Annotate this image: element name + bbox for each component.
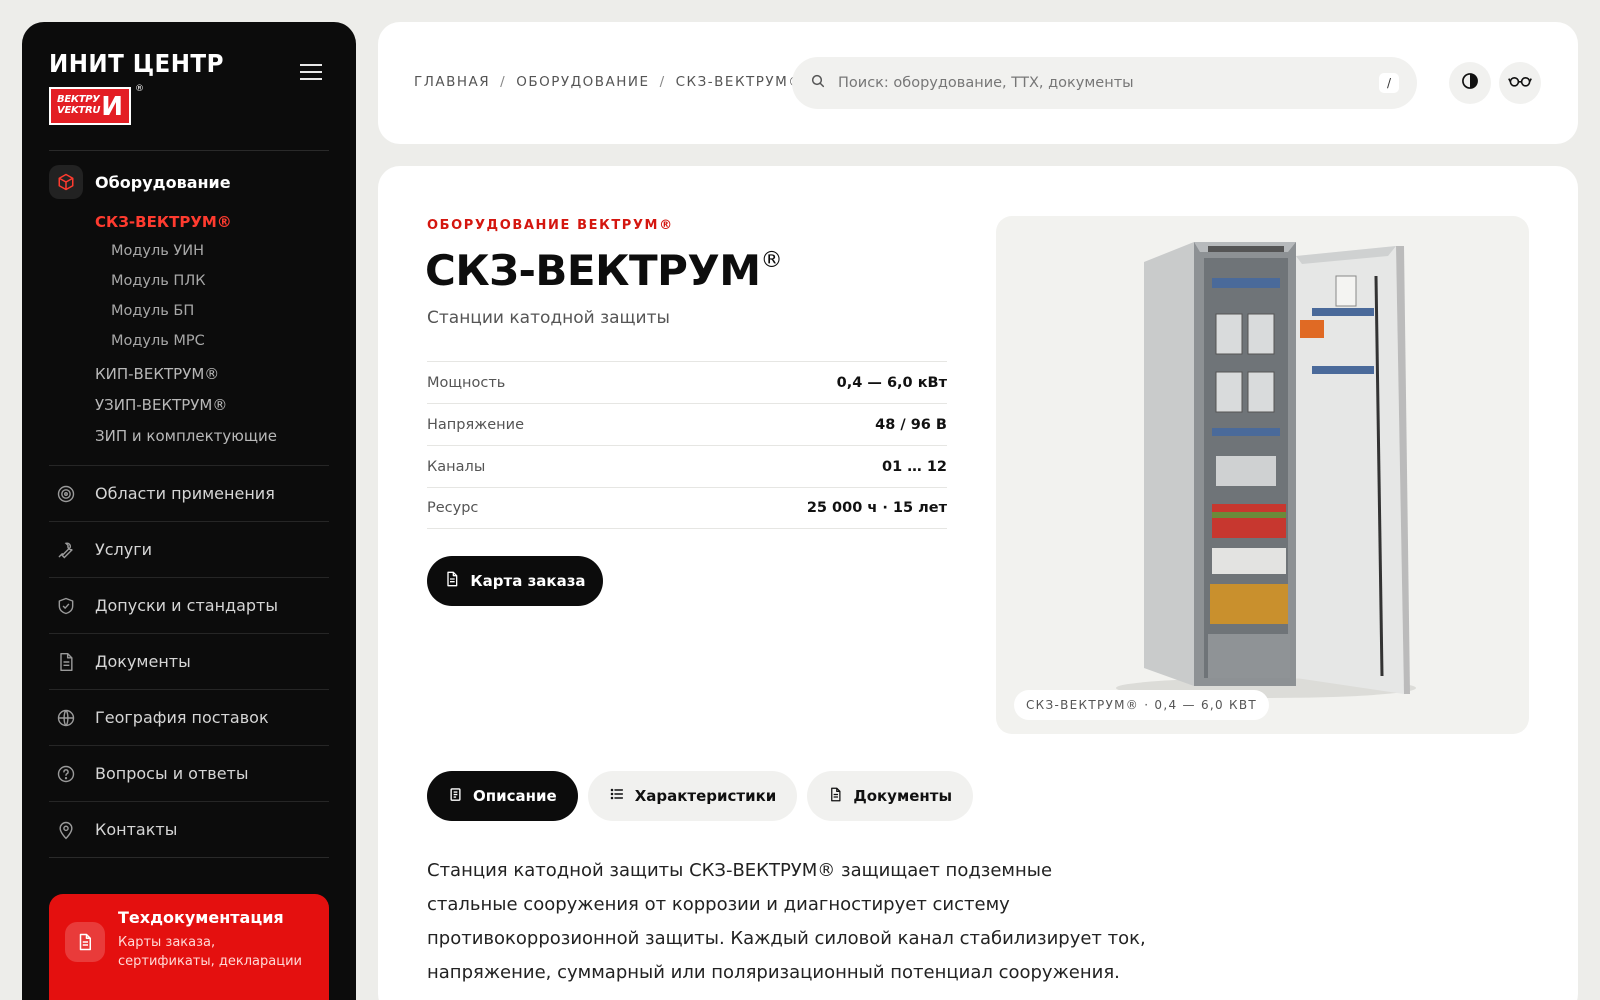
spec-value: 48 / 96 В [875, 416, 947, 433]
breadcrumb-equipment[interactable]: ОБОРУДОВАНИЕ [516, 74, 649, 90]
spec-row: Каналы 01 … 12 [427, 445, 947, 487]
nav-label: Услуги [95, 540, 153, 559]
spec-value: 0,4 — 6,0 кВт [836, 374, 947, 391]
nav-label: Вопросы и ответы [95, 764, 249, 783]
breadcrumb-separator: / [500, 74, 507, 90]
sidebar-item-skz[interactable]: СКЗ-ВЕКТРУМ® [95, 213, 232, 231]
list-icon [609, 786, 625, 806]
nav-standards[interactable]: Допуски и стандарты [49, 577, 329, 633]
wrench-icon [49, 540, 83, 560]
techdoc-subtitle: Карты заказа, сертификаты, декларации [118, 935, 302, 969]
nav-equipment[interactable]: Оборудование [49, 165, 231, 199]
spec-table: Мощность 0,4 — 6,0 кВт Напряжение 48 / 96 … [427, 361, 947, 529]
nav-label: Области применения [95, 484, 275, 503]
map-pin-icon [49, 820, 83, 840]
tab-description[interactable]: Описание [427, 771, 578, 821]
glasses-icon [1508, 73, 1532, 93]
sidebar-item-kip[interactable]: КИП-ВЕКТРУМ® [95, 365, 219, 383]
nav-documents[interactable]: Документы [49, 633, 329, 689]
sidebar-item-zip[interactable]: ЗИП и комплектующие [95, 427, 277, 445]
product-description: Станция катодной защиты СКЗ-ВЕКТРУМ® защ… [427, 860, 1146, 983]
logo-mark: И [101, 92, 123, 122]
title-reg: ® [760, 248, 783, 273]
document-icon [49, 652, 83, 672]
tab-characteristics[interactable]: Характеристики [587, 771, 798, 821]
cabinet-image [1116, 242, 1416, 698]
registered-mark: ® [135, 84, 144, 94]
sidebar-item-module-plk[interactable]: Модуль ПЛК [111, 273, 206, 289]
contrast-toggle-button[interactable] [1449, 62, 1491, 104]
document-icon [65, 922, 105, 962]
document-icon [828, 786, 843, 807]
contrast-icon [1460, 71, 1480, 95]
spec-key: Ресурс [427, 500, 479, 516]
breadcrumb: ГЛАВНАЯ / ОБОРУДОВАНИЕ / СКЗ-ВЕКТРУМ® [414, 74, 803, 90]
nav-services[interactable]: Услуги [49, 521, 329, 577]
question-icon [49, 764, 83, 784]
target-icon [49, 484, 83, 504]
search-input[interactable]: Поиск: оборудование, ТТХ, документы / [792, 57, 1417, 109]
photo-caption: СКЗ-ВЕКТРУМ® · 0,4 — 6,0 КВТ [1014, 690, 1270, 720]
sidebar-item-module-mrs[interactable]: Модуль МРС [111, 333, 205, 349]
nav-label: Документы [95, 652, 191, 671]
breadcrumb-current: СКЗ-ВЕКТРУМ® [675, 74, 804, 90]
search-shortcut-hint: / [1379, 73, 1399, 93]
globe-icon [49, 708, 83, 728]
cube-icon [49, 165, 83, 199]
divider [49, 857, 329, 858]
document-icon [444, 570, 460, 592]
nav-faq[interactable]: Вопросы и ответы [49, 745, 329, 801]
shield-check-icon [49, 596, 83, 616]
nav-geography[interactable]: География поставок [49, 689, 329, 745]
search-placeholder: Поиск: оборудование, ТТХ, документы [838, 75, 1134, 91]
product-subtitle: Станции катодной защиты [427, 308, 670, 328]
sidebar-item-module-uin[interactable]: Модуль УИН [111, 243, 204, 259]
product-photo[interactable]: СКЗ-ВЕКТРУМ® · 0,4 — 6,0 КВТ [996, 216, 1529, 734]
product-card: ОБОРУДОВАНИЕ ВЕКТРУМ® СКЗ-ВЕКТРУМ® Станц… [378, 166, 1578, 1000]
tab-label: Документы [853, 787, 953, 805]
spec-row: Ресурс 25 000 ч · 15 лет [427, 487, 947, 529]
tab-label: Описание [473, 787, 557, 805]
title-text: СКЗ-ВЕКТРУМ [425, 246, 761, 295]
spec-key: Каналы [427, 458, 486, 475]
product-eyebrow: ОБОРУДОВАНИЕ ВЕКТРУМ® [427, 218, 674, 233]
spec-value: 25 000 ч · 15 лет [806, 500, 947, 516]
brand-logo[interactable]: ВЕКТРУ VEKTRU И [49, 87, 131, 125]
nav-equipment-label: Оборудование [95, 172, 231, 192]
page-title: СКЗ-ВЕКТРУМ® [425, 246, 783, 295]
tab-documents[interactable]: Документы [807, 771, 974, 821]
spec-key: Мощность [427, 374, 506, 391]
breadcrumb-home[interactable]: ГЛАВНАЯ [414, 74, 490, 90]
nav-label: География поставок [95, 708, 269, 727]
menu-icon[interactable] [300, 64, 322, 80]
spec-key: Напряжение [427, 416, 525, 433]
divider [49, 150, 329, 151]
spec-value: 01 … 12 [882, 458, 947, 475]
accessibility-glasses-button[interactable] [1499, 62, 1541, 104]
tab-label: Характеристики [634, 787, 777, 805]
search-icon [810, 73, 826, 93]
list-doc-icon [448, 786, 463, 807]
top-bar: ГЛАВНАЯ / ОБОРУДОВАНИЕ / СКЗ-ВЕКТРУМ® По… [378, 22, 1578, 144]
spec-row: Мощность 0,4 — 6,0 кВт [427, 361, 947, 403]
order-card-button[interactable]: Карта заказа [427, 556, 603, 606]
sidebar-item-module-bp[interactable]: Модуль БП [111, 303, 194, 319]
brand-title[interactable]: ИНИТ ЦЕНТР [49, 49, 224, 78]
breadcrumb-separator: / [659, 74, 666, 90]
order-card-label: Карта заказа [470, 572, 586, 590]
nav-applications[interactable]: Области применения [49, 465, 329, 521]
techdoc-banner[interactable]: Техдокументация Карты заказа, сертификат… [49, 894, 329, 1000]
techdoc-title: Техдокументация [118, 908, 284, 927]
sidebar: ИНИТ ЦЕНТР ВЕКТРУ VEKTRU И ® Оборудовани… [22, 22, 356, 1000]
nav-label: Допуски и стандарты [95, 596, 279, 615]
nav-label: Контакты [95, 820, 178, 839]
sidebar-item-uzip[interactable]: УЗИП-ВЕКТРУМ® [95, 396, 227, 414]
nav-contacts[interactable]: Контакты [49, 801, 329, 857]
spec-row: Напряжение 48 / 96 В [427, 403, 947, 445]
product-tabs: Описание Характеристики Документы [427, 771, 974, 821]
